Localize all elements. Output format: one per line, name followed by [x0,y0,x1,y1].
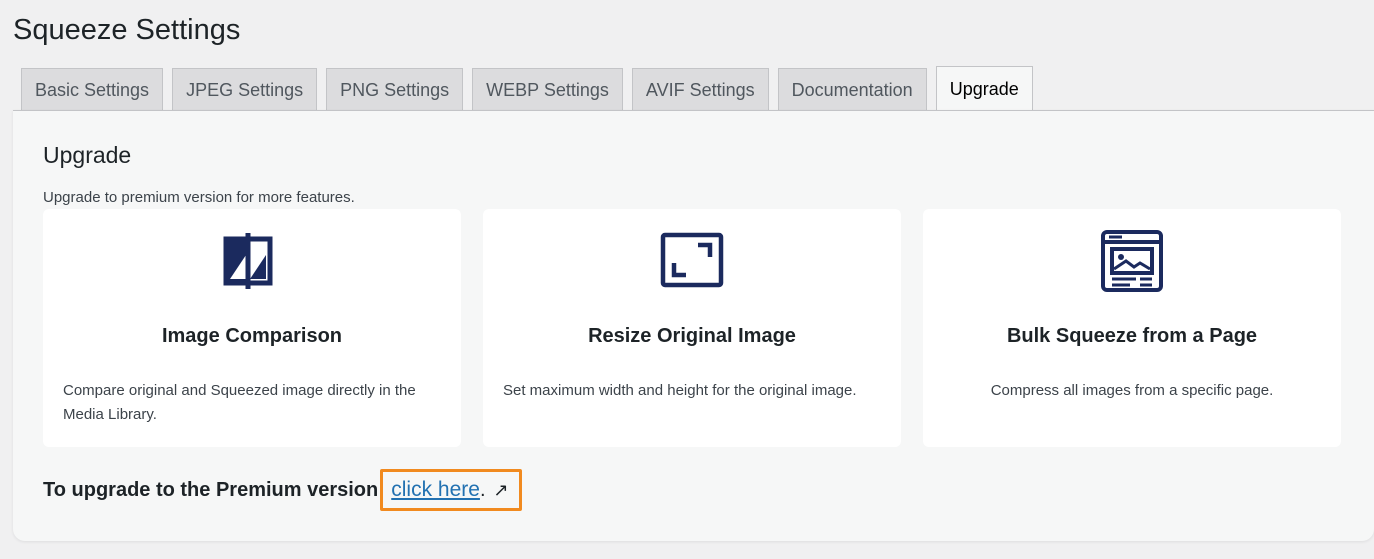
card-text: Compress all images from a specific page… [990,382,1274,399]
resize-icon [660,232,724,288]
section-title: Upgrade [43,142,132,168]
upgrade-period: . [479,478,486,501]
tab-basic-settings[interactable]: Basic Settings [21,68,164,111]
feature-card-resize: Resize Original Image Set maximum width … [483,209,901,447]
tab-png-settings[interactable]: PNG Settings [326,68,464,111]
feature-card-image-comparison: Image Comparison Compare original and Sq… [43,209,461,447]
upgrade-link[interactable]: click here [391,478,480,502]
bulk-page-icon [1101,230,1163,292]
card-text: Set maximum width and height for the ori… [503,382,857,399]
page-title: Squeeze Settings [13,14,241,46]
upgrade-cta-text: To upgrade to the Premium version [43,478,379,501]
upgrade-cta: To upgrade to the Premium version click … [43,469,522,511]
card-title: Bulk Squeeze from a Page [1006,325,1258,347]
upgrade-panel: Upgrade Upgrade to premium version for m… [13,110,1374,541]
card-title: Resize Original Image [588,325,796,347]
tab-upgrade[interactable]: Upgrade [935,66,1033,111]
card-title: Image Comparison [161,325,343,347]
section-description: Upgrade to premium version for more feat… [43,189,355,206]
settings-tabs: Basic Settings JPEG Settings PNG Setting… [21,66,1033,111]
tab-documentation[interactable]: Documentation [777,68,927,111]
tab-avif-settings[interactable]: AVIF Settings [631,68,769,111]
tab-webp-settings[interactable]: WEBP Settings [472,68,623,111]
image-comparison-icon [223,233,273,289]
feature-card-bulk-squeeze: Bulk Squeeze from a Page Compress all im… [923,209,1341,447]
tab-jpeg-settings[interactable]: JPEG Settings [172,68,318,111]
external-link-icon: ↗ [493,479,509,500]
upgrade-link-highlight: click here . ↗ [380,469,522,511]
card-text: Compare original and Squeezed image dire… [63,382,416,423]
